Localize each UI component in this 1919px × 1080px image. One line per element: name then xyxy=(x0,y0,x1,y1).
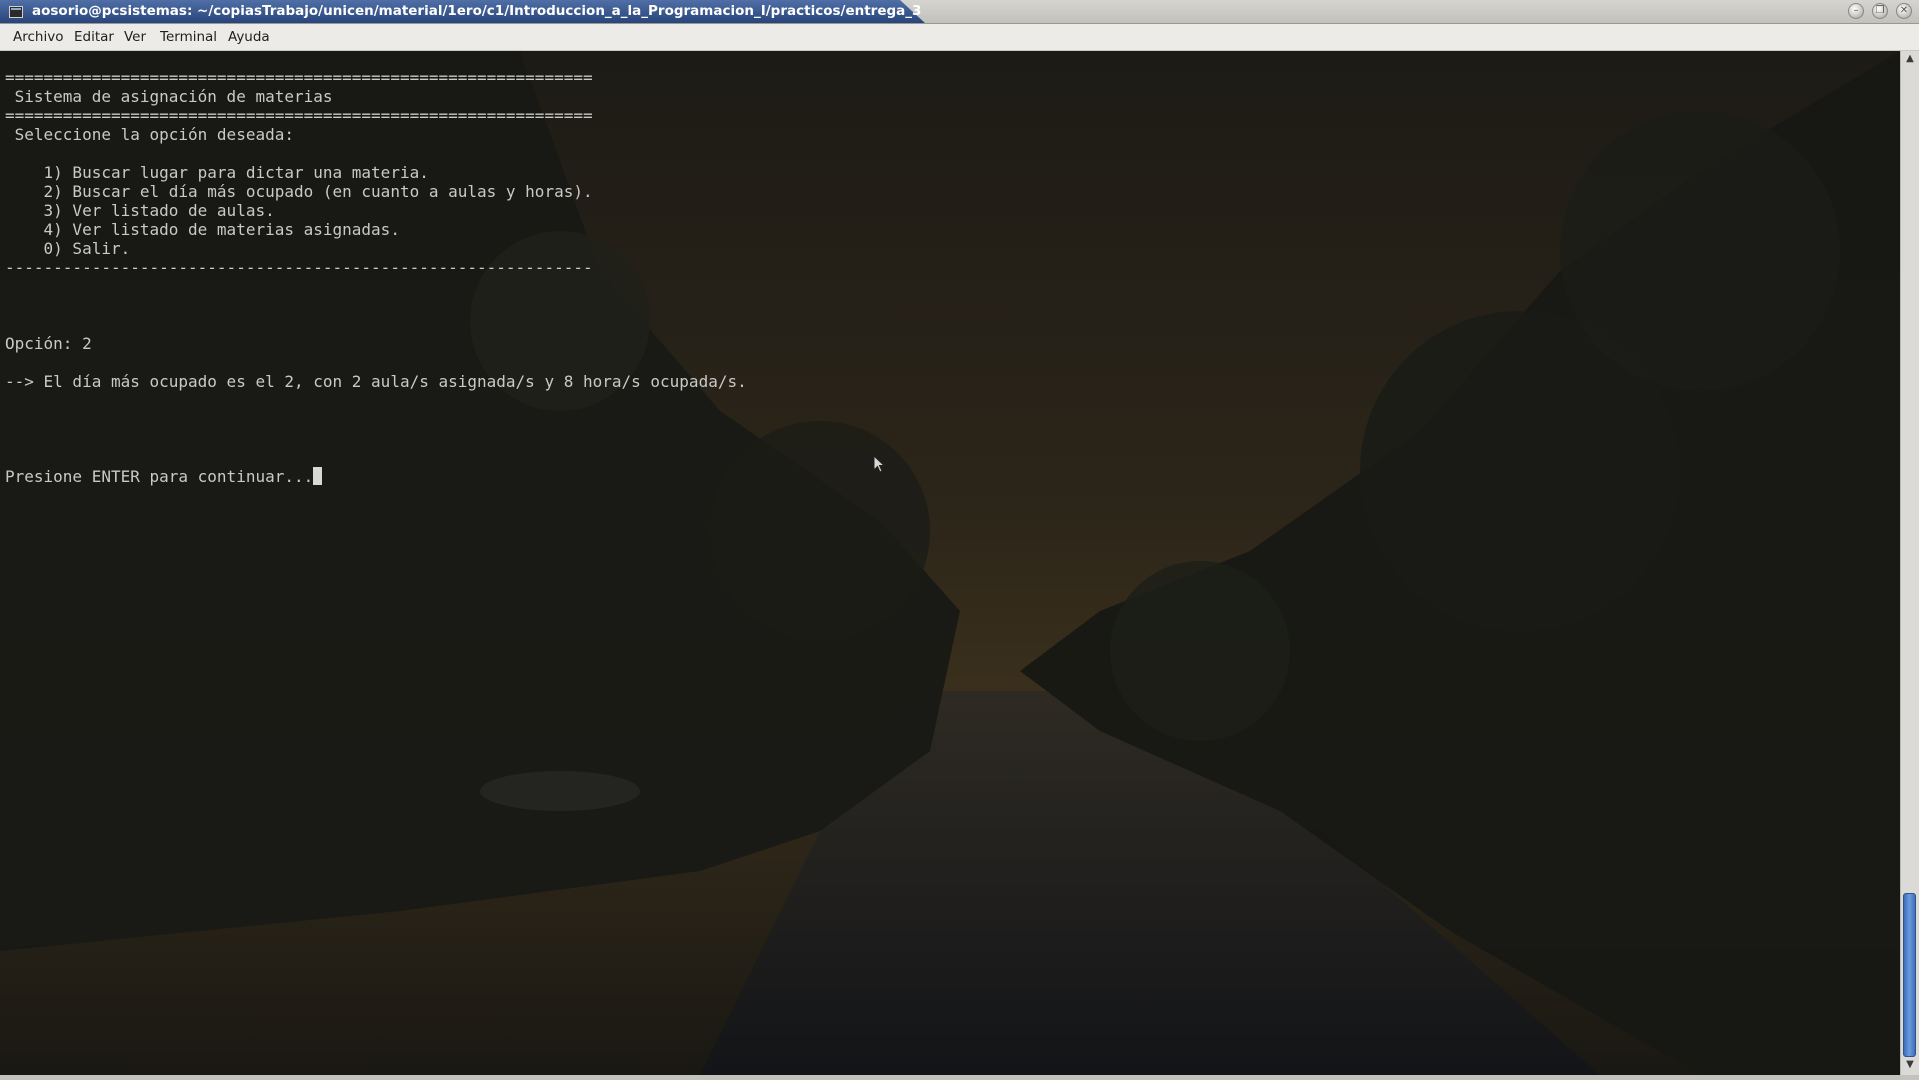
menu-option-4: 4) Ver listado de materias asignadas. xyxy=(5,220,400,239)
terminal-icon[interactable] xyxy=(9,6,23,18)
menu-terminal[interactable]: Terminal xyxy=(160,29,217,45)
terminal-output[interactable]: ========================================… xyxy=(0,51,1900,1075)
window-title: aosorio@pcsistemas: ~/copiasTrabajo/unic… xyxy=(32,3,922,19)
menu-archivo[interactable]: Archivo xyxy=(13,29,63,45)
menu-option-2: 2) Buscar el día más ocupado (en cuanto … xyxy=(5,182,593,201)
menu-option-1: 1) Buscar lugar para dictar una materia. xyxy=(5,163,429,182)
scroll-up-icon[interactable]: ▲ xyxy=(1901,51,1919,67)
continue-prompt-line: Presione ENTER para continuar... xyxy=(5,467,747,486)
mouse-pointer-icon xyxy=(873,455,886,473)
menu-prompt: Seleccione la opción deseada: xyxy=(5,125,294,144)
terminal-window: aosorio@pcsistemas: ~/copiasTrabajo/unic… xyxy=(0,0,1919,1080)
menu-bar: Archivo Editar Ver Terminal Ayuda xyxy=(0,24,1919,51)
menu-option-3: 3) Ver listado de aulas. xyxy=(5,201,275,220)
separator-line: ========================================… xyxy=(5,106,593,125)
dash-separator: ----------------------------------------… xyxy=(5,258,593,277)
close-icon[interactable]: ✕ xyxy=(1896,3,1912,19)
restore-icon[interactable]: ❐ xyxy=(1872,3,1888,19)
minimize-icon[interactable]: – xyxy=(1848,3,1864,19)
program-title: Sistema de asignación de materias xyxy=(5,87,333,106)
scrollbar-thumb[interactable] xyxy=(1903,893,1916,1057)
menu-editar[interactable]: Editar xyxy=(74,29,114,45)
text-cursor xyxy=(313,467,323,485)
menu-ayuda[interactable]: Ayuda xyxy=(228,29,270,45)
result-line: --> El día más ocupado es el 2, con 2 au… xyxy=(5,372,747,391)
window-bottom-border xyxy=(0,1075,1919,1080)
separator-line: ========================================… xyxy=(5,68,593,87)
scroll-down-icon[interactable]: ▼ xyxy=(1901,1057,1919,1073)
option-input: Opción: 2 xyxy=(5,334,92,353)
vertical-scrollbar[interactable]: ▲ ▼ xyxy=(1900,51,1919,1075)
title-bar[interactable]: aosorio@pcsistemas: ~/copiasTrabajo/unic… xyxy=(0,0,1919,24)
terminal-text: ========================================… xyxy=(5,68,747,486)
menu-option-0: 0) Salir. xyxy=(5,239,131,258)
continue-prompt: Presione ENTER para continuar... xyxy=(5,467,314,486)
menu-ver[interactable]: Ver xyxy=(124,29,146,45)
